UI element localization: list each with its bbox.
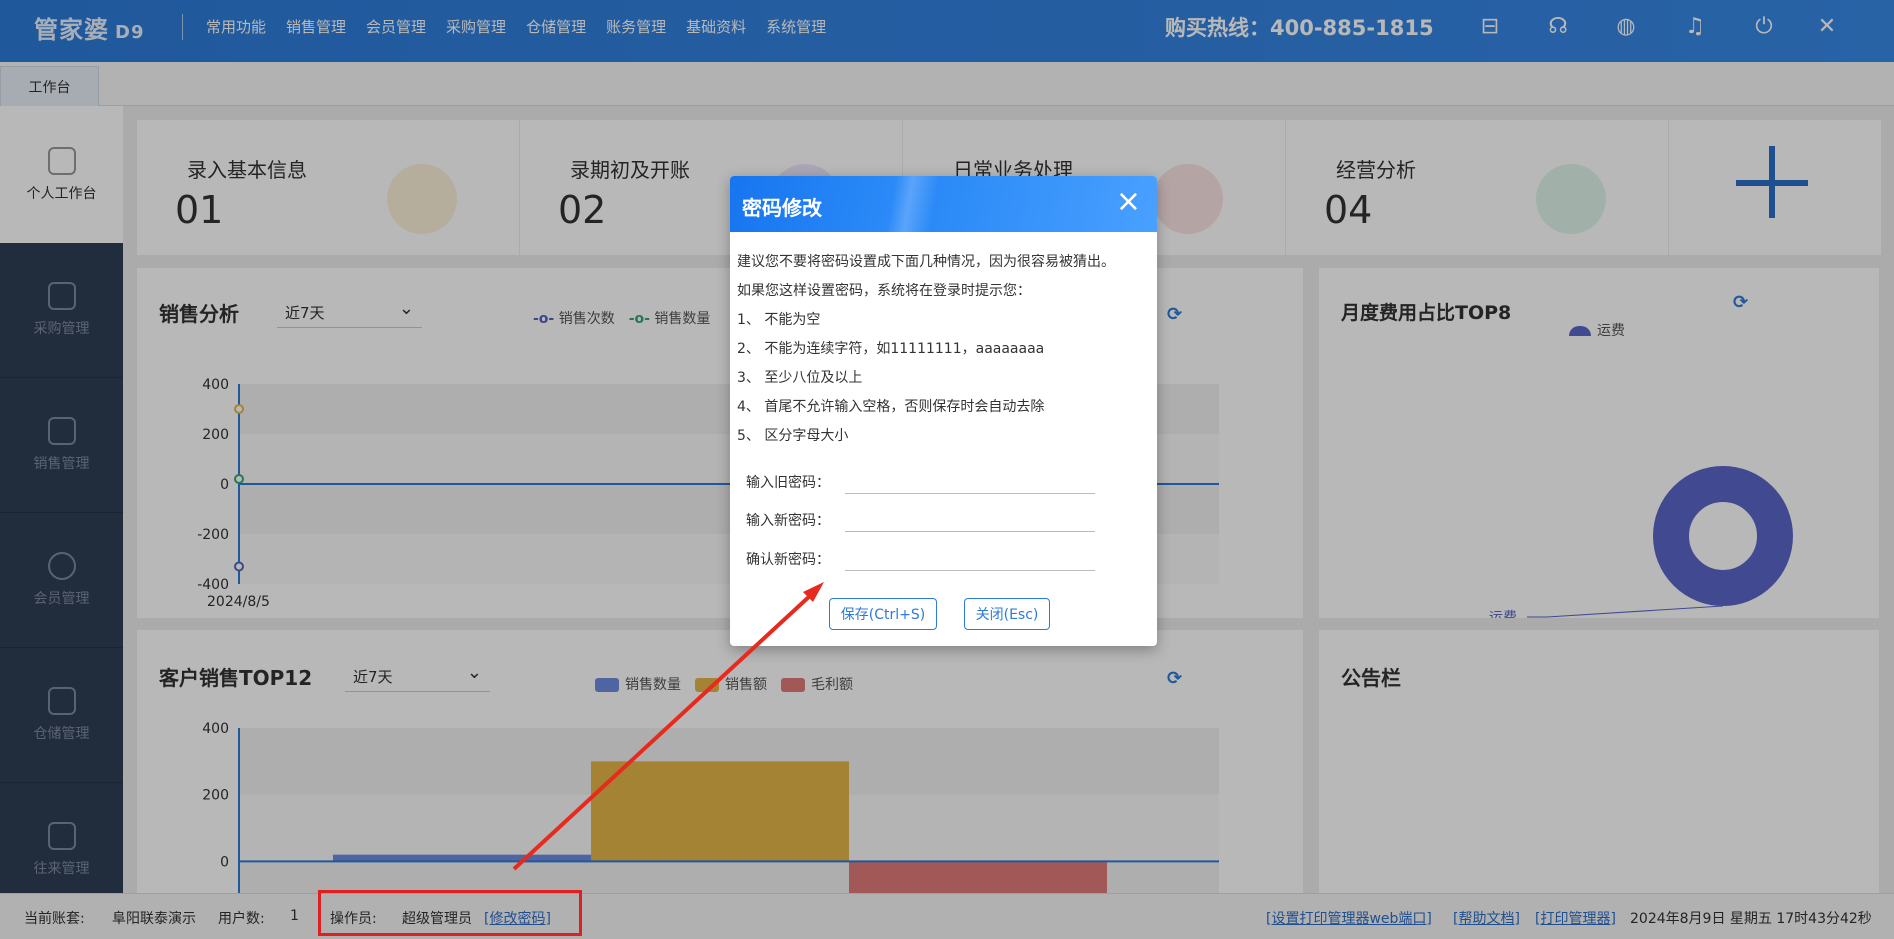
rule-text: 3、 至少八位及以上 xyxy=(737,370,863,386)
close-button[interactable]: 关闭(Esc) xyxy=(964,598,1050,630)
confirm-password-input[interactable] xyxy=(845,543,1095,571)
rule-text: 2、 不能为连续字符，如11111111，aaaaaaaa xyxy=(737,341,1045,357)
rule-text: 5、 区分字母大小 xyxy=(737,428,849,444)
dialog-header: 密码修改 × xyxy=(730,176,1157,232)
rule-text: 如果您这样设置密码，系统将在登录时提示您： xyxy=(737,283,1031,299)
rule-text: 4、 首尾不允许输入空格，否则保存时会自动去除 xyxy=(737,399,1045,415)
rule-text: 建议您不要将密码设置成下面几种情况，因为很容易被猜出。 xyxy=(737,254,1115,270)
rule-text: 1、 不能为空 xyxy=(737,312,821,328)
new-password-input[interactable] xyxy=(845,504,1095,532)
confirm-password-label: 确认新密码： xyxy=(746,552,830,568)
dialog-rules: 建议您不要将密码设置成下面几种情况，因为很容易被猜出。 如果您这样设置密码，系统… xyxy=(737,248,1152,451)
new-password-label: 输入新密码： xyxy=(746,513,830,529)
highlight-box xyxy=(318,890,582,936)
old-password-input[interactable] xyxy=(845,466,1095,494)
old-password-label: 输入旧密码： xyxy=(746,475,830,491)
close-icon[interactable]: × xyxy=(1116,184,1141,219)
save-button[interactable]: 保存(Ctrl+S) xyxy=(829,598,937,630)
password-dialog: 密码修改 × 建议您不要将密码设置成下面几种情况，因为很容易被猜出。 如果您这样… xyxy=(730,176,1157,646)
dialog-title: 密码修改 xyxy=(742,196,822,220)
